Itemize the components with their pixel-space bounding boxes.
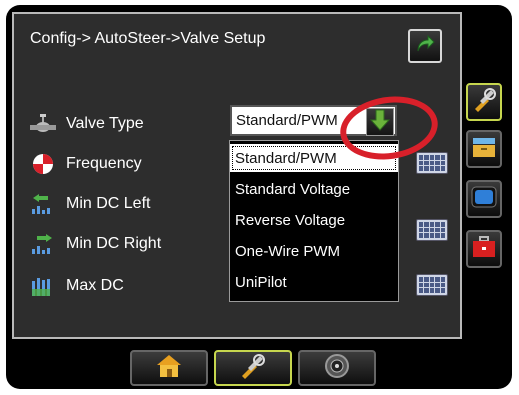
- back-button[interactable]: [408, 29, 442, 63]
- setting-min-dc-right: Min DC Right: [28, 232, 161, 256]
- valve-type-value: Standard/PWM: [236, 112, 338, 129]
- valve-setup-panel: Config-> AutoSteer->Valve Setup Valve Ty…: [12, 12, 462, 339]
- keyboard-icon[interactable]: [416, 274, 448, 296]
- setting-valve-type: Valve Type: [28, 112, 144, 136]
- keyboard-icon[interactable]: [416, 219, 448, 241]
- storage-icon: [471, 135, 497, 164]
- option-reverse-voltage[interactable]: Reverse Voltage: [230, 206, 398, 234]
- gauge-icon: [323, 353, 351, 384]
- setting-label: Min DC Left: [66, 195, 151, 212]
- home-icon: [155, 353, 183, 384]
- tab-toolbox[interactable]: [466, 230, 502, 268]
- tab-tools[interactable]: [466, 83, 502, 121]
- display-icon: [471, 185, 497, 214]
- tools-icon: [471, 87, 497, 118]
- tools-icon: [238, 353, 268, 384]
- dropdown-toggle-button[interactable]: [366, 108, 394, 136]
- tab-display[interactable]: [466, 180, 502, 218]
- max-dc-icon: [28, 275, 58, 297]
- option-standard-pwm[interactable]: Standard/PWM: [230, 144, 398, 172]
- min-dc-right-icon: [28, 233, 58, 255]
- setting-label: Min DC Right: [66, 235, 162, 252]
- min-dc-left-icon: [28, 193, 58, 215]
- setting-label: Valve Type: [66, 115, 144, 132]
- setting-min-dc-left: Min DC Left: [28, 192, 150, 216]
- arrow-down-icon: [369, 109, 391, 136]
- setting-max-dc: Max DC: [28, 274, 124, 298]
- tab-tools-bottom[interactable]: [214, 350, 292, 386]
- setting-label: Max DC: [66, 277, 124, 294]
- valve-type-options: Standard/PWM Standard Voltage Reverse Vo…: [229, 140, 399, 302]
- frequency-icon: [28, 153, 58, 175]
- setting-label: Frequency: [66, 155, 142, 172]
- toolbox-icon: [471, 235, 497, 264]
- tab-gauge[interactable]: [298, 350, 376, 386]
- option-standard-voltage[interactable]: Standard Voltage: [230, 175, 398, 203]
- option-unipilot[interactable]: UniPilot: [230, 268, 398, 296]
- valve-icon: [28, 113, 58, 135]
- tab-home[interactable]: [130, 350, 208, 386]
- tab-storage[interactable]: [466, 130, 502, 168]
- back-arrow-icon: [414, 33, 436, 60]
- keyboard-icon[interactable]: [416, 152, 448, 174]
- setting-frequency: Frequency: [28, 152, 142, 176]
- breadcrumb: Config-> AutoSteer->Valve Setup: [30, 30, 266, 47]
- option-one-wire-pwm[interactable]: One-Wire PWM: [230, 237, 398, 265]
